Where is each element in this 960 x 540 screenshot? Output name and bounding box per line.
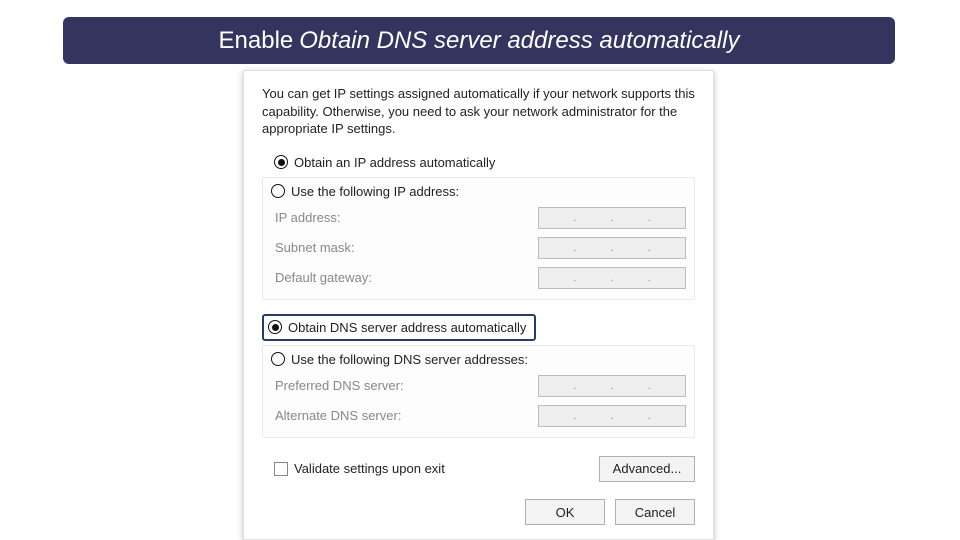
ip-manual-group: Use the following IP address: IP address… xyxy=(262,177,695,300)
radio-ip-manual-row[interactable]: Use the following IP address: xyxy=(271,184,686,199)
alternate-dns-label: Alternate DNS server: xyxy=(275,408,435,423)
instruction-target: Obtain DNS server address automatically xyxy=(299,27,739,55)
ip-address-input: ... xyxy=(538,207,686,229)
validate-checkbox[interactable] xyxy=(274,462,288,476)
instruction-prefix: Enable xyxy=(219,27,294,55)
radio-dns-manual[interactable] xyxy=(271,352,285,366)
radio-dns-manual-label: Use the following DNS server addresses: xyxy=(291,352,528,367)
subnet-mask-input: ... xyxy=(538,237,686,259)
validate-checkbox-row[interactable]: Validate settings upon exit xyxy=(262,461,445,476)
radio-dns-manual-row[interactable]: Use the following DNS server addresses: xyxy=(271,352,686,367)
radio-ip-auto-row[interactable]: Obtain an IP address automatically xyxy=(262,152,695,173)
dns-manual-group: Use the following DNS server addresses: … xyxy=(262,345,695,438)
bottom-options-row: Validate settings upon exit Advanced... xyxy=(262,456,695,482)
instruction-banner: Enable Obtain DNS server address automat… xyxy=(63,17,895,64)
dialog-button-bar: OK Cancel xyxy=(525,499,695,525)
radio-dns-auto[interactable] xyxy=(268,320,282,334)
default-gateway-label: Default gateway: xyxy=(275,270,435,285)
default-gateway-row: Default gateway: ... xyxy=(271,267,686,289)
preferred-dns-label: Preferred DNS server: xyxy=(275,378,435,393)
cancel-button[interactable]: Cancel xyxy=(615,499,695,525)
subnet-mask-row: Subnet mask: ... xyxy=(271,237,686,259)
ipv4-properties-dialog: You can get IP settings assigned automat… xyxy=(243,70,714,540)
radio-dns-auto-row[interactable]: Obtain DNS server address automatically xyxy=(262,314,536,341)
alternate-dns-row: Alternate DNS server: ... xyxy=(271,405,686,427)
alternate-dns-input: ... xyxy=(538,405,686,427)
advanced-button[interactable]: Advanced... xyxy=(599,456,695,482)
ip-address-row: IP address: ... xyxy=(271,207,686,229)
ok-button[interactable]: OK xyxy=(525,499,605,525)
radio-ip-auto-label: Obtain an IP address automatically xyxy=(294,155,495,170)
validate-label: Validate settings upon exit xyxy=(294,461,445,476)
radio-ip-auto[interactable] xyxy=(274,155,288,169)
radio-ip-manual-label: Use the following IP address: xyxy=(291,184,459,199)
intro-text: You can get IP settings assigned automat… xyxy=(262,85,695,138)
radio-dns-auto-label: Obtain DNS server address automatically xyxy=(288,320,526,335)
default-gateway-input: ... xyxy=(538,267,686,289)
ip-address-label: IP address: xyxy=(275,210,435,225)
preferred-dns-input: ... xyxy=(538,375,686,397)
subnet-mask-label: Subnet mask: xyxy=(275,240,435,255)
preferred-dns-row: Preferred DNS server: ... xyxy=(271,375,686,397)
radio-ip-manual[interactable] xyxy=(271,184,285,198)
